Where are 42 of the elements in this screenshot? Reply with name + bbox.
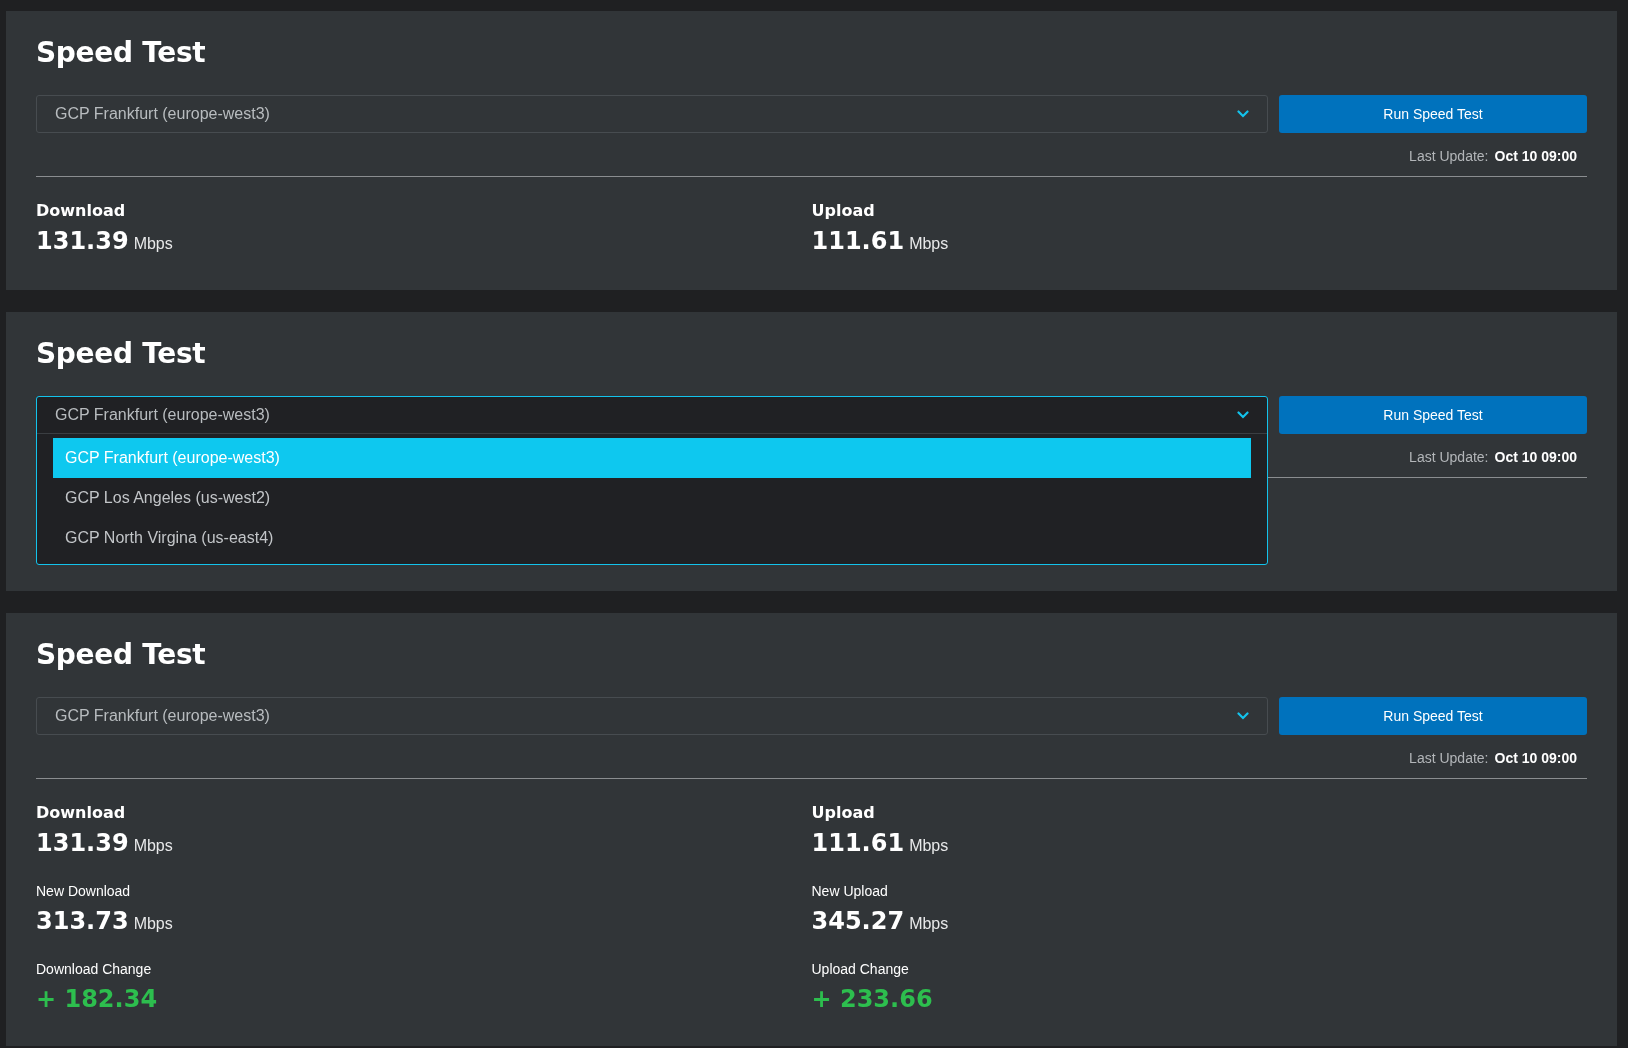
unit-label: Mbps — [133, 915, 173, 933]
last-update-time: Oct 10 09:00 — [1494, 148, 1577, 164]
unit-label: Mbps — [909, 235, 949, 253]
unit-label: Mbps — [133, 235, 173, 253]
metric-label: New Download — [36, 882, 132, 900]
run-speed-test-button[interactable]: Run Speed Test — [1279, 95, 1587, 133]
panel-title: Speed Test — [36, 337, 207, 371]
metric-label: Upload Change — [811, 960, 910, 978]
chevron-down-icon — [1237, 712, 1249, 720]
panel-title: Speed Test — [36, 638, 207, 672]
last-update-label: Last Update: — [1409, 449, 1489, 465]
server-dropdown[interactable]: GCP Frankfurt (europe-west3) GCP Frankfurt (europe-west3) GCP Los Angeles (us-west2) GCP North Virgina (us-east4) — [36, 396, 1268, 565]
server-dropdown[interactable]: GCP Frankfurt (europe-west3) — [36, 697, 1268, 735]
metric-label: Download Change — [36, 960, 153, 978]
last-update-time: Oct 10 09:00 — [1494, 750, 1577, 766]
last-update-time: Oct 10 09:00 — [1494, 449, 1577, 465]
dropdown-option[interactable]: GCP North Virgina (us-east4) — [53, 518, 1251, 558]
metric-label: New Upload — [811, 882, 889, 900]
speed-value: 131.39 — [36, 828, 129, 858]
panel-title: Speed Test — [36, 36, 207, 70]
unit-label: Mbps — [909, 837, 949, 855]
last-update-label: Last Update: — [1409, 750, 1489, 766]
last-update-label: Last Update: — [1409, 148, 1489, 164]
server-dropdown[interactable]: GCP Frankfurt (europe-west3) — [36, 95, 1268, 133]
unit-label: Mbps — [133, 837, 173, 855]
run-speed-test-button[interactable]: Run Speed Test — [1279, 396, 1587, 434]
chevron-down-icon — [1237, 110, 1249, 118]
speed-value: 313.73 — [36, 906, 129, 936]
change-value: + 182.34 — [36, 984, 158, 1014]
metric-label: Upload — [811, 804, 876, 822]
metric-label: Download — [36, 804, 127, 822]
speed-value: 111.61 — [811, 226, 905, 256]
unit-label: Mbps — [909, 915, 949, 933]
change-value: + 233.66 — [811, 984, 933, 1014]
dropdown-option[interactable]: GCP Los Angeles (us-west2) — [53, 478, 1251, 518]
speed-value: 111.61 — [811, 828, 905, 858]
metric-label: Download — [36, 202, 127, 220]
run-speed-test-button[interactable]: Run Speed Test — [1279, 697, 1587, 735]
speed-value: 345.27 — [811, 906, 905, 936]
metric-label: Upload — [811, 202, 876, 220]
chevron-down-icon — [1237, 411, 1249, 419]
speed-value: 131.39 — [36, 226, 129, 256]
